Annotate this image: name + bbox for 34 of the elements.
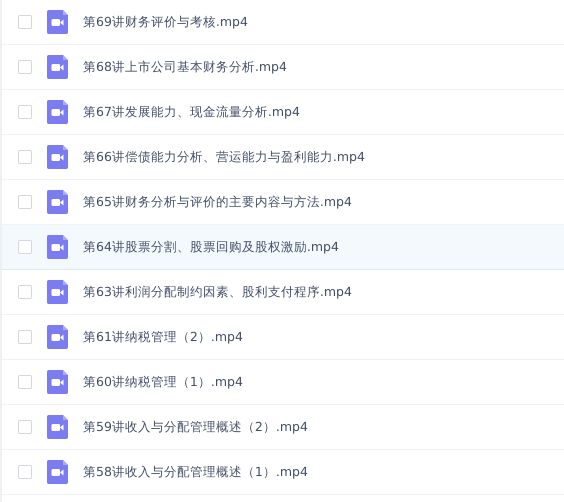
video-file-icon [47,415,68,439]
video-file-icon [47,190,68,214]
file-name[interactable]: 第58讲收入与分配管理概述（1）.mp4 [83,462,308,482]
video-file-icon [47,325,68,349]
checkbox[interactable] [18,105,32,119]
video-file-icon [47,55,68,79]
file-name[interactable]: 第61讲纳税管理（2）.mp4 [83,328,243,346]
video-file-icon [47,145,68,169]
file-name[interactable]: 第59讲收入与分配管理概述（2）.mp4 [83,418,308,436]
checkbox[interactable] [18,15,32,29]
file-name[interactable]: 第60讲纳税管理（1）.mp4 [83,372,243,392]
file-name[interactable]: 第67讲发展能力、现金流量分析.mp4 [83,102,300,122]
checkbox[interactable] [18,330,32,344]
video-file-icon [47,370,68,394]
checkbox[interactable] [18,195,32,209]
checkbox[interactable] [18,465,32,479]
file-name[interactable]: 第66讲偿债能力分析、营运能力与盈利能力.mp4 [83,148,365,166]
video-file-icon [47,100,68,124]
checkbox[interactable] [18,60,32,74]
file-name[interactable]: 第68讲上市公司基本财务分析.mp4 [83,58,287,76]
file-name[interactable]: 第64讲股票分割、股票回购及股权激励.mp4 [83,238,339,256]
video-file-icon [47,235,68,259]
checkbox[interactable] [18,285,32,299]
video-file-icon [47,10,68,34]
video-file-icon [47,460,68,484]
file-row[interactable]: 第64讲股票分割、股票回购及股权激励.mp4 [2,225,564,270]
file-name[interactable]: 第65讲财务分析与评价的主要内容与方法.mp4 [83,192,352,212]
file-name[interactable]: 第63讲利润分配制约因素、股利支付程序.mp4 [83,282,352,302]
checkbox[interactable] [18,150,32,164]
file-name[interactable]: 第69讲财务评价与考核.mp4 [83,12,248,32]
checkbox[interactable] [18,420,32,434]
video-file-icon [47,280,68,304]
checkbox[interactable] [18,240,32,254]
checkbox[interactable] [18,375,32,389]
